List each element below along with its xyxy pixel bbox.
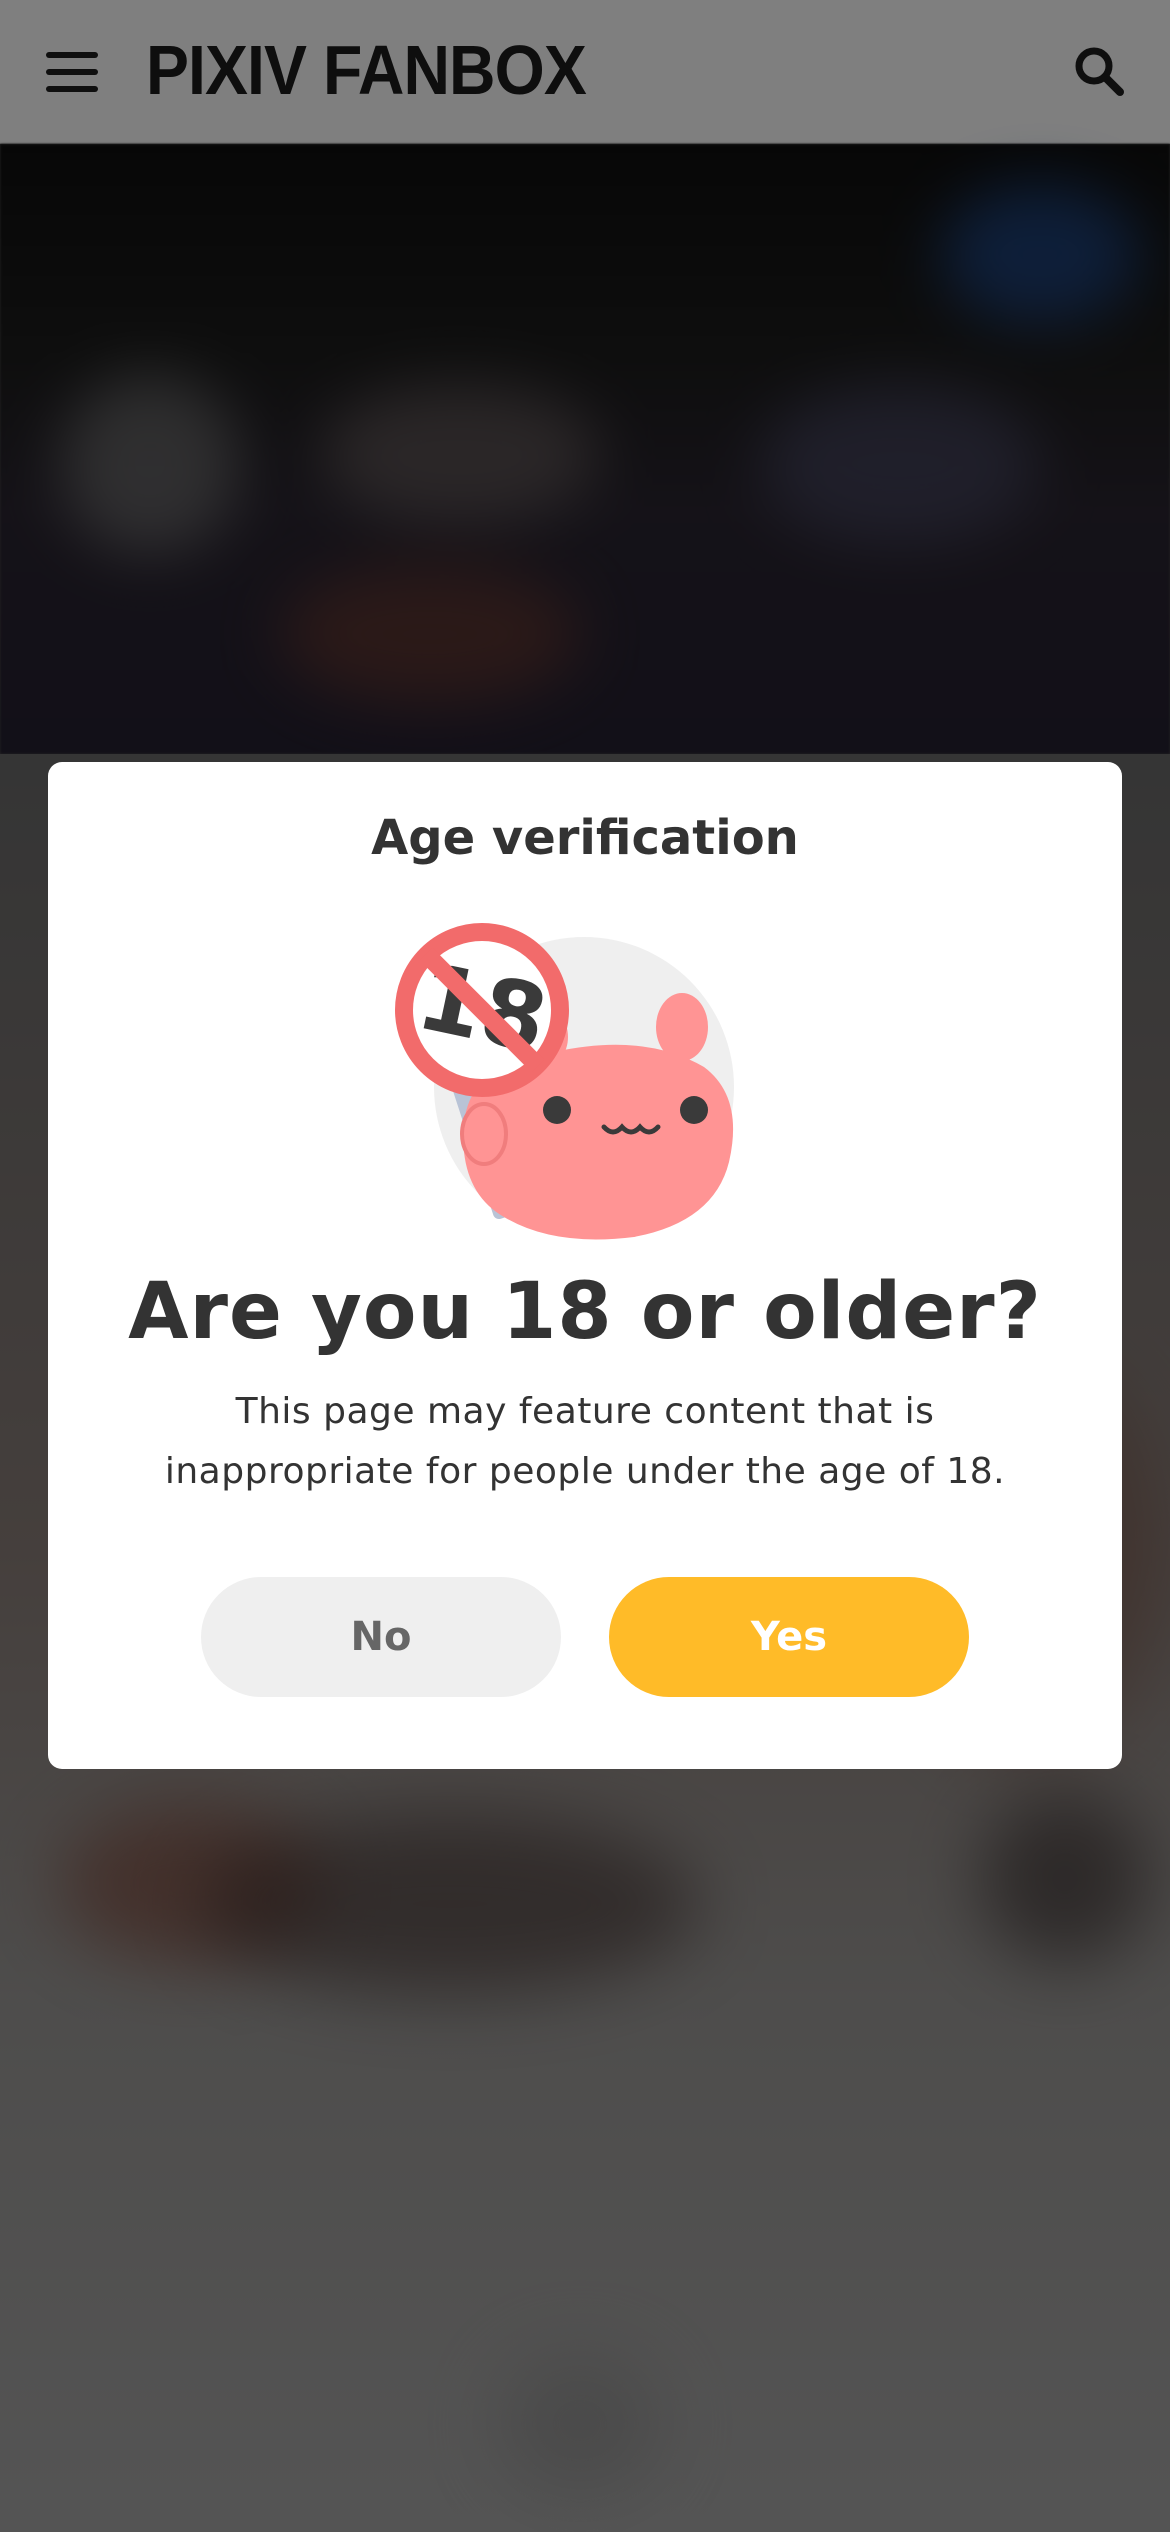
no-button[interactable]: No [201, 1577, 561, 1697]
age-verification-dialog: Age verification 18 Are you 18 or [48, 762, 1122, 1769]
yes-button[interactable]: Yes [609, 1577, 969, 1697]
age-question: Are you 18 or older? [128, 1267, 1042, 1357]
age-warning-description: This page may feature content that is in… [164, 1391, 1006, 1492]
dialog-title: Age verification [371, 810, 799, 866]
restricted-18-mascot-illustration: 18 [384, 912, 794, 1252]
